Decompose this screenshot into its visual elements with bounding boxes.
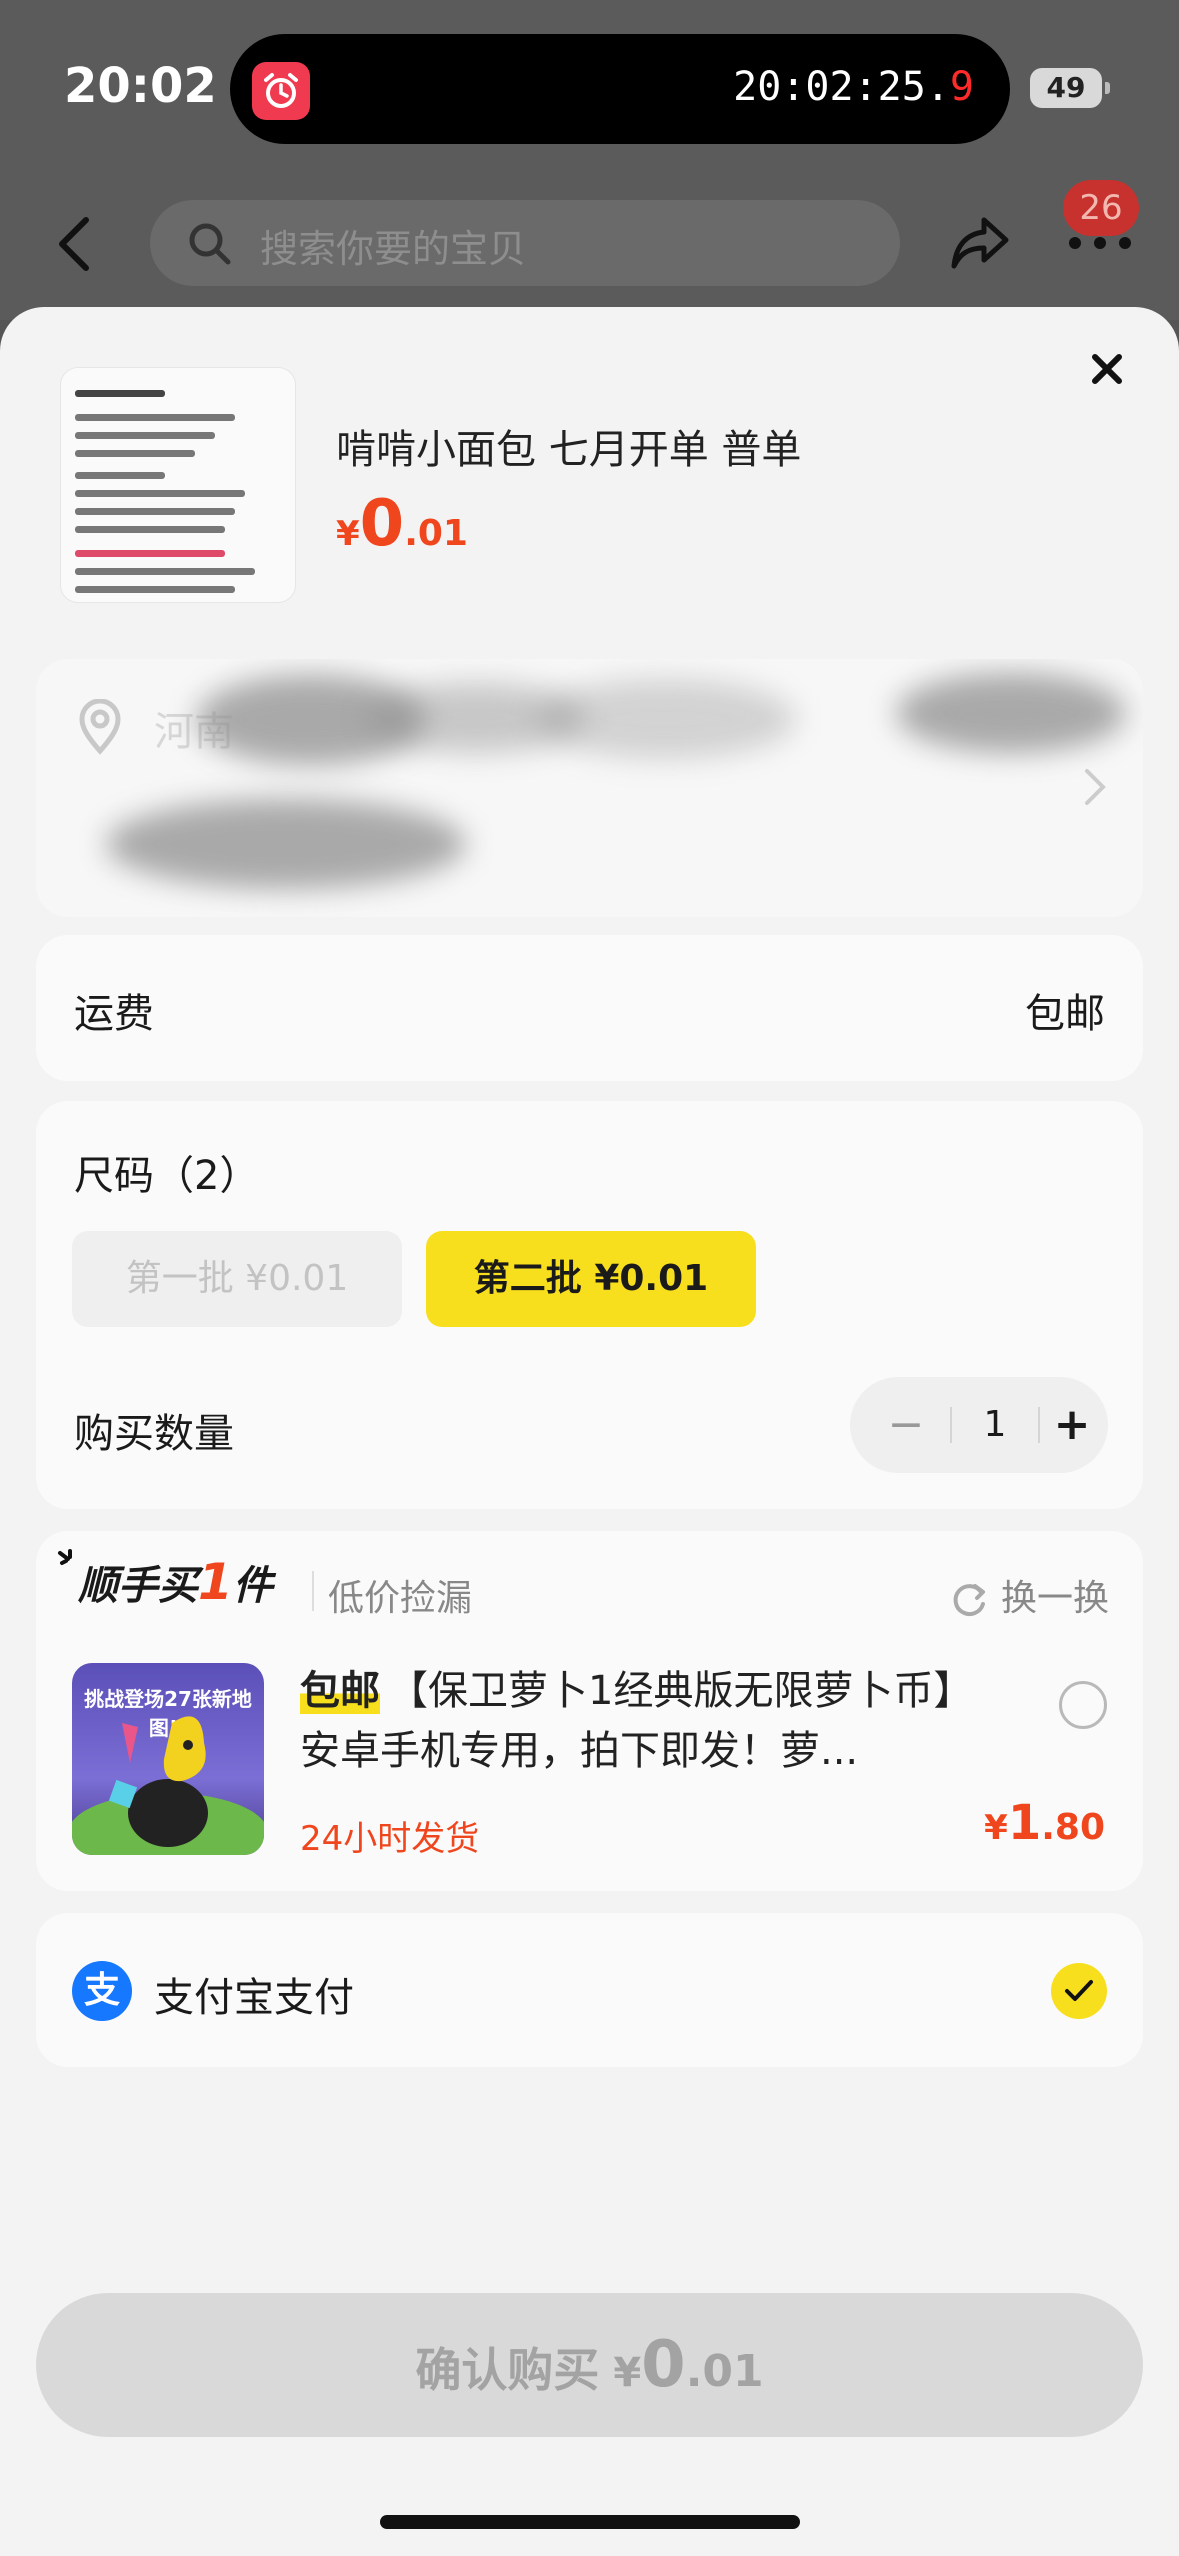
address-card[interactable]: 河南	[36, 659, 1143, 917]
addon-price: ¥1.80	[984, 1795, 1105, 1851]
alarm-clock-icon	[252, 62, 310, 120]
payment-label: 支付宝支付	[154, 1975, 354, 2021]
addon-select-radio[interactable]	[1059, 1681, 1107, 1729]
refresh-button[interactable]: 换一换	[949, 1569, 1109, 1621]
alipay-icon: 支	[72, 1961, 132, 2021]
size-card: 尺码（2） 第一批 ¥0.01 第二批 ¥0.01 购买数量 − 1 +	[36, 1101, 1143, 1509]
purchase-sheet: 啃啃小面包 七月开单 普单 ¥0.01 河南 运费 包邮 尺码（2） 第一批 ¥…	[0, 307, 1179, 2556]
status-time: 20:02	[64, 58, 217, 114]
product-price: ¥0.01	[336, 487, 468, 561]
search-icon	[189, 223, 231, 265]
sparkle-icon	[58, 1549, 72, 1565]
share-icon[interactable]	[948, 210, 1012, 274]
confirm-purchase-button[interactable]: 确认购买 ¥0.01	[36, 2293, 1143, 2437]
search-bar[interactable]: 搜索你要的宝贝	[150, 200, 900, 286]
chevron-right-icon	[1085, 769, 1106, 805]
cart-count-badge: 26	[1063, 180, 1139, 236]
addon-ship-note: 24小时发货	[300, 1819, 480, 1859]
addon-subtitle: 低价捡漏	[328, 1578, 473, 1619]
back-arrow-icon[interactable]	[50, 214, 100, 274]
quantity-stepper: − 1 +	[850, 1377, 1108, 1473]
shipping-value: 包邮	[1025, 991, 1105, 1037]
quantity-label: 购买数量	[74, 1411, 234, 1457]
shipping-label: 运费	[74, 991, 154, 1037]
size-option-batch-1[interactable]: 第一批 ¥0.01	[72, 1231, 402, 1327]
more-icon[interactable]	[1068, 236, 1132, 250]
increment-button[interactable]: +	[1044, 1391, 1100, 1459]
dynamic-island: 20:02:25.9	[230, 34, 1010, 144]
close-icon[interactable]	[1085, 347, 1129, 391]
decrement-button[interactable]: −	[878, 1391, 934, 1459]
product-title: 啃啃小面包 七月开单 普单	[336, 427, 802, 473]
addon-description[interactable]: 包邮 【保卫萝卜1经典版无限萝卜币】安卓手机专用，拍下即发！萝...	[300, 1661, 1000, 1781]
addon-product-image[interactable]: 挑战登场27张新地图!!	[72, 1663, 264, 1855]
free-shipping-tag: 包邮	[300, 1668, 380, 1714]
refresh-icon	[953, 1584, 985, 1617]
search-placeholder: 搜索你要的宝贝	[260, 227, 527, 271]
size-option-batch-2[interactable]: 第二批 ¥0.01	[426, 1231, 756, 1327]
shipping-row: 运费 包邮	[36, 935, 1143, 1081]
quantity-value[interactable]: 1	[954, 1391, 1036, 1459]
addon-card: 顺手买1件 低价捡漏 换一换 挑战登场27张新地图!! 包邮 【保卫萝卜1经典版无…	[36, 1531, 1143, 1891]
payment-card[interactable]: 支 支付宝支付	[36, 1913, 1143, 2067]
addon-title: 顺手买1件	[56, 1549, 273, 1611]
checkmark-icon[interactable]	[1051, 1963, 1107, 2019]
size-label: 尺码（2）	[74, 1153, 260, 1199]
location-pin-icon	[79, 699, 121, 755]
product-thumbnail[interactable]	[60, 367, 296, 603]
battery-indicator: 49	[1030, 68, 1110, 108]
live-timer: 20:02:25.9	[733, 64, 974, 110]
home-indicator	[380, 2515, 800, 2529]
